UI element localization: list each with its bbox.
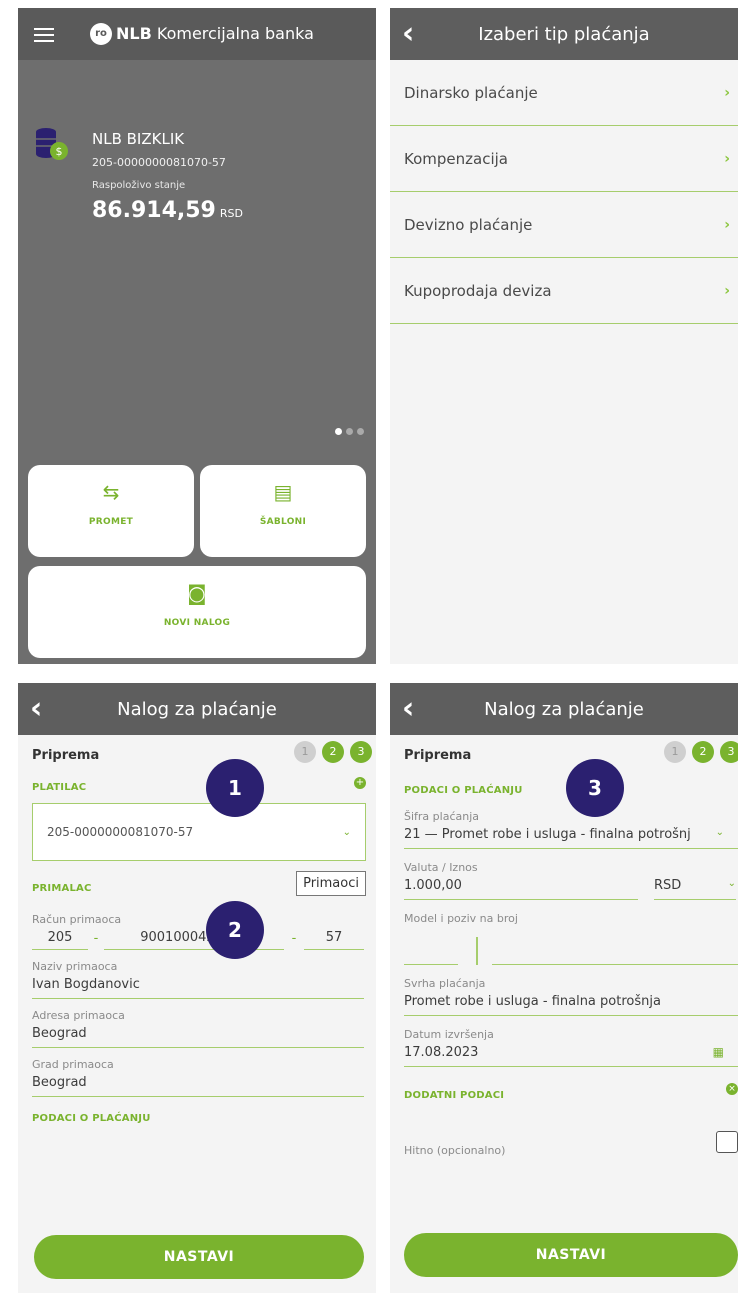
payment-code-select[interactable]: 21 — Promet robe i usluga - finalna potr…: [404, 823, 738, 849]
promet-tile[interactable]: ⇆ PROMET: [28, 465, 194, 557]
step-2: 2: [322, 741, 344, 763]
payer-section-header: PLATILAC +: [32, 777, 366, 793]
payment-form: Priprema 1 2 3 PODACI O PLAĆANJU Šifra p…: [390, 735, 738, 1293]
payment-order-screen-step2: ‹ Nalog za plaćanje Priprema 1 2 3 PODAC…: [390, 683, 738, 1293]
step-1: 1: [294, 741, 316, 763]
step-indicator: 1 2 3: [294, 741, 372, 763]
account-control-input[interactable]: 57: [304, 930, 364, 950]
balance-label: Raspoloživo stanje: [92, 180, 186, 191]
payment-type-list: Dinarsko plaćanje › Kompenzacija › Devizno…: [390, 60, 738, 664]
recipient-name-input[interactable]: Ivan Bogdanovic: [32, 973, 364, 999]
recipient-address-input[interactable]: Beograd: [32, 1022, 364, 1048]
balance-amount: 86.914,59 RSD: [92, 198, 243, 223]
menu-item-kompenzacija[interactable]: Kompenzacija ›: [390, 126, 738, 192]
page-title: Nalog za plaćanje: [117, 698, 277, 720]
bank-name: NLB Komercijalna banka: [116, 24, 314, 43]
account-card[interactable]: $ NLB BIZKLIK 205-0000000081070-57 Raspo…: [18, 60, 376, 664]
amount-input[interactable]: 1.000,00: [404, 878, 638, 900]
execution-date-input[interactable]: 17.08.2023 ▦: [404, 1041, 738, 1067]
app-header: ‹ Nalog za plaćanje: [18, 683, 376, 735]
payment-data-header: PODACI O PLAĆANJU: [404, 785, 523, 796]
novi-nalog-tile[interactable]: ◙ NOVI NALOG: [28, 566, 366, 658]
step-indicator: 1 2 3: [664, 741, 738, 763]
step-row: Priprema 1 2 3: [390, 735, 738, 775]
account-overview-screen: ro NLB Komercijalna banka $ NLB BIZKLIK …: [18, 8, 376, 664]
currency-select[interactable]: RSD ⌄: [654, 878, 736, 900]
recipient-section-header: PRIMALAC Primaoci: [18, 861, 376, 907]
payment-type-screen: ‹ Izaberi tip plaćanja Dinarsko plaćanje…: [390, 8, 738, 664]
account-name: NLB BIZKLIK: [92, 130, 185, 148]
chevron-right-icon: ›: [724, 216, 730, 233]
close-icon[interactable]: ×: [726, 1083, 738, 1095]
menu-icon[interactable]: [34, 28, 54, 42]
svg-text:$: $: [56, 145, 63, 158]
document-copy-icon: ▤: [273, 480, 293, 504]
sabloni-tile[interactable]: ▤ ŠABLONI: [200, 465, 366, 557]
step-3: 3: [720, 741, 738, 763]
back-icon[interactable]: ‹: [402, 691, 414, 727]
amount-row: 1.000,00 RSD ⌄: [390, 874, 738, 900]
app-header: ‹ Nalog za plaćanje: [390, 683, 738, 735]
payment-form: Priprema 1 2 3 PLATILAC + 205-0000000081…: [18, 735, 376, 1293]
menu-item-dinarsko[interactable]: Dinarsko plaćanje ›: [390, 60, 738, 126]
account-bank-code-input[interactable]: 205: [32, 930, 88, 950]
transfer-arrows-icon: ⇆: [102, 480, 120, 504]
callout-badge-3: 3: [566, 759, 624, 817]
banknote-icon: ◙: [187, 581, 207, 605]
app-header: ro NLB Komercijalna banka: [18, 8, 376, 60]
payment-purpose-input[interactable]: Promet robe i usluga - finalna potrošnja: [404, 990, 738, 1016]
page-title: Nalog za plaćanje: [484, 698, 644, 720]
chevron-right-icon: ›: [724, 282, 730, 299]
primaoci-button[interactable]: Primaoci: [296, 871, 366, 896]
callout-badge-2: 2: [206, 901, 264, 959]
recipient-account-fields: 205 - 9001000421056 - 57: [18, 926, 376, 950]
app-header: ‹ Izaberi tip plaćanja: [390, 8, 738, 60]
account-number: 205-0000000081070-57: [92, 156, 226, 169]
calendar-icon[interactable]: ▦: [713, 1045, 724, 1060]
nastavi-button[interactable]: NASTAVI: [34, 1235, 364, 1279]
coins-icon: $: [36, 128, 68, 160]
model-input[interactable]: [404, 937, 458, 965]
chevron-down-icon: ⌄: [727, 878, 736, 889]
model-reference-fields: [390, 925, 738, 965]
step-1: 1: [664, 741, 686, 763]
callout-badge-1: 1: [206, 759, 264, 817]
page-title: Izaberi tip plaćanja: [478, 23, 650, 45]
chevron-right-icon: ›: [724, 150, 730, 167]
back-icon[interactable]: ‹: [402, 16, 414, 52]
chevron-down-icon: ⌄: [715, 827, 724, 838]
urgent-row: Hitno (opcionalno): [390, 1131, 738, 1179]
add-icon[interactable]: +: [354, 777, 366, 789]
payment-order-screen-step1: ‹ Nalog za plaćanje Priprema 1 2 3 PLATI…: [18, 683, 376, 1293]
chevron-down-icon: ⌄: [342, 826, 351, 838]
chevron-right-icon: ›: [724, 84, 730, 101]
menu-item-kupoprodaja[interactable]: Kupoprodaja deviza ›: [390, 258, 738, 324]
step-2: 2: [692, 741, 714, 763]
recipient-city-input[interactable]: Beograd: [32, 1071, 364, 1097]
reference-number-input[interactable]: [492, 937, 738, 965]
step-row: Priprema 1 2 3: [18, 735, 376, 775]
nastavi-button[interactable]: NASTAVI: [404, 1233, 738, 1277]
payment-data-header: PODACI O PLAĆANJU: [32, 1113, 151, 1124]
urgent-checkbox[interactable]: [716, 1131, 738, 1153]
payer-account-select[interactable]: 205-0000000081070-57 ⌄: [32, 803, 366, 861]
back-icon[interactable]: ‹: [30, 691, 42, 727]
bank-logo-icon: ro: [90, 23, 112, 45]
step-3: 3: [350, 741, 372, 763]
menu-item-devizno[interactable]: Devizno plaćanje ›: [390, 192, 738, 258]
extra-data-header[interactable]: DODATNI PODACI ×: [390, 1083, 738, 1113]
carousel-dots[interactable]: [335, 428, 364, 435]
